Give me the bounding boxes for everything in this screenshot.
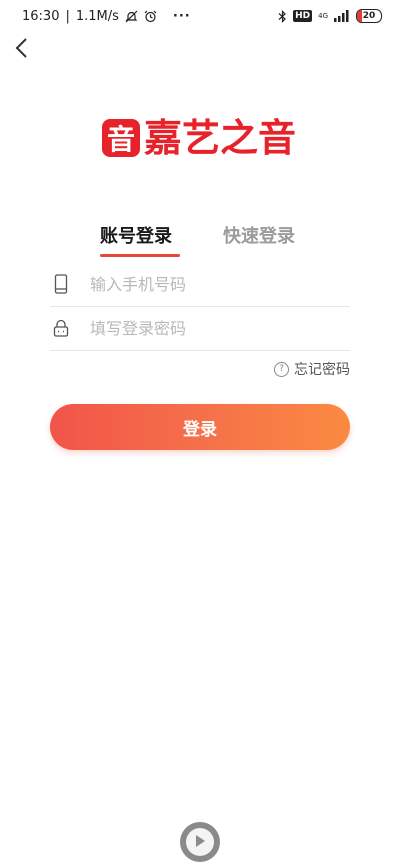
- logo-text: 嘉艺之音: [144, 116, 297, 160]
- back-icon: [14, 37, 28, 63]
- phone-icon: [50, 273, 72, 295]
- status-speed: 1.1M/s: [75, 9, 119, 24]
- signal-icon: [334, 10, 350, 22]
- logo-mark: 音: [102, 119, 140, 157]
- network-label: 4G: [318, 11, 328, 20]
- help-icon: ?: [274, 361, 289, 377]
- password-field-row: [50, 306, 350, 351]
- phone-field-row: [50, 262, 350, 307]
- status-time: 16:30: [22, 9, 60, 24]
- network-type: 4G: [318, 11, 328, 20]
- login-button[interactable]: 登录: [50, 404, 350, 450]
- floating-play-button[interactable]: [180, 822, 220, 862]
- battery-level: 20: [362, 11, 376, 21]
- login-tabs: 账号登录 快速登录: [50, 222, 350, 262]
- status-right: HD 4G 20: [278, 9, 382, 23]
- lock-icon: [50, 317, 72, 339]
- active-tab-indicator: [100, 254, 180, 257]
- play-icon: [194, 833, 206, 852]
- tab-account-login[interactable]: 账号登录: [100, 222, 172, 248]
- status-bar: 16:30 | 1.1M/s ··· HD 4G 20: [0, 0, 400, 34]
- phone-input[interactable]: [88, 273, 342, 295]
- status-sep: |: [65, 9, 70, 24]
- bluetooth-icon: [278, 9, 287, 23]
- battery-indicator: 20: [356, 9, 382, 23]
- status-left: 16:30 | 1.1M/s ···: [22, 9, 191, 24]
- forgot-password-label: 忘记密码: [294, 362, 350, 378]
- mute-icon: [125, 10, 138, 23]
- forgot-password-link[interactable]: ? 忘记密码: [274, 359, 350, 379]
- status-more: ···: [172, 9, 191, 24]
- back-button[interactable]: [6, 36, 36, 64]
- app-logo: 音 嘉艺之音: [102, 118, 296, 158]
- alarm-icon: [144, 10, 157, 23]
- tab-quick-login[interactable]: 快速登录: [223, 222, 295, 248]
- play-button-inner: [186, 828, 214, 856]
- hd-badge: HD: [293, 10, 313, 22]
- password-input[interactable]: [88, 317, 342, 339]
